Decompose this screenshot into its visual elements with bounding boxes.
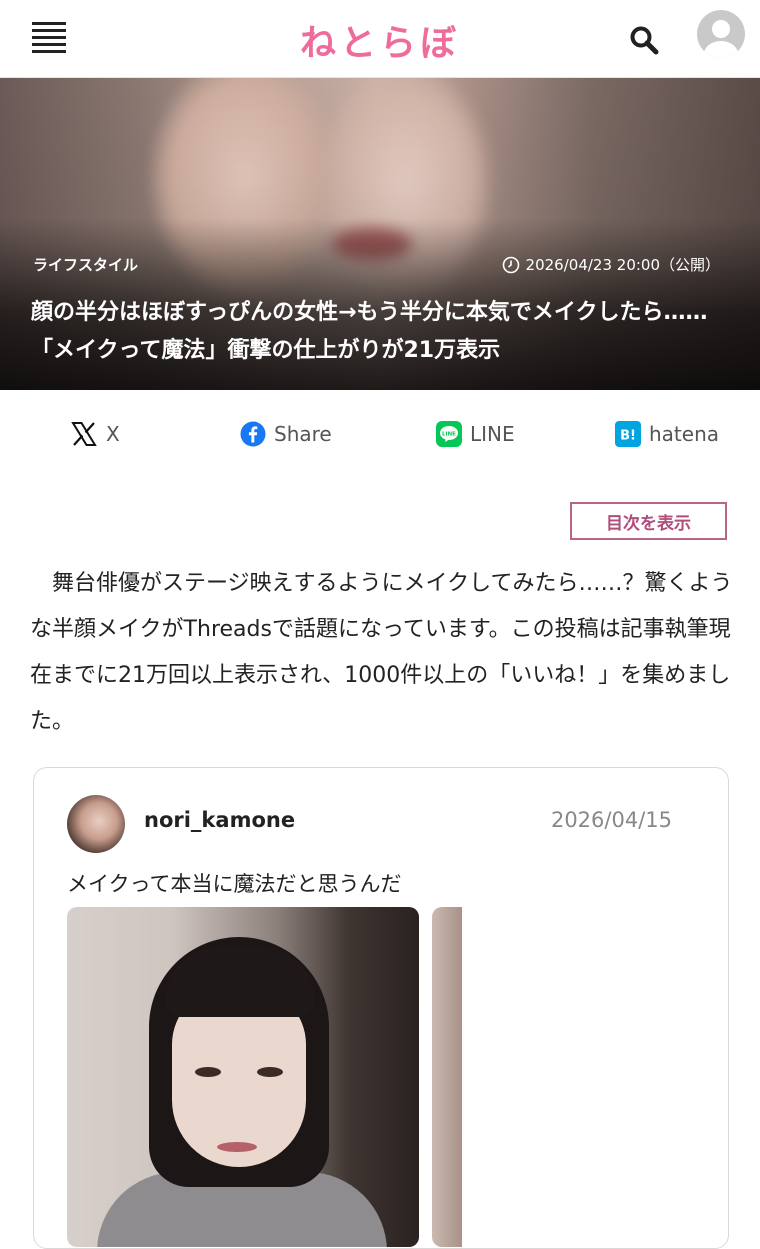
share-line-button[interactable]: LINE LINE (436, 420, 515, 448)
embed-user-avatar[interactable] (67, 795, 125, 853)
share-facebook-button[interactable]: Share (240, 420, 332, 448)
embed-post-date: 2026/04/15 (550, 808, 672, 832)
hero-image[interactable]: ライフスタイル 2026/04/23 20:00（公開） 顔の半分はほぼすっぴん… (0, 78, 760, 390)
site-header: ねとらぼ (0, 0, 760, 78)
threads-embed-card[interactable]: nori_kamone 2026/04/15 メイクって本当に魔法だと思うんだ (33, 767, 729, 1249)
share-x-label: X (106, 422, 120, 446)
user-avatar-icon[interactable] (697, 10, 745, 58)
hamburger-menu-icon[interactable] (32, 22, 66, 56)
share-line-label: LINE (470, 422, 515, 446)
site-logo[interactable]: ねとらぼ (300, 23, 460, 64)
svg-text:LINE: LINE (442, 432, 456, 438)
clock-icon (502, 256, 519, 274)
embed-username[interactable]: nori_kamone (144, 808, 295, 832)
article-paragraph: 舞台俳優がステージ映えするようにメイクしてみたら……？驚くような半顔メイクがTh… (30, 571, 733, 734)
facebook-icon (240, 421, 266, 447)
svg-text:B!: B! (620, 429, 636, 444)
embed-photo[interactable] (67, 907, 419, 1247)
publish-date-text: 2026/04/23 20:00（公開） (525, 256, 720, 274)
share-hatena-button[interactable]: B! hatena (615, 420, 719, 448)
share-x-button[interactable]: X (70, 420, 120, 448)
share-bar: X Share LINE LINE B! hatena (0, 392, 760, 476)
line-icon: LINE (436, 421, 462, 447)
hatena-bookmark-icon: B! (615, 421, 641, 447)
article-title: 顔の半分はほぼすっぴんの女性→もう半分に本気でメイクしたら……「メイクって魔法」… (31, 300, 708, 363)
article-body: 舞台俳優がステージ映えするようにメイクしてみたら……？驚くような半顔メイクがTh… (30, 561, 735, 745)
share-hatena-label: hatena (649, 422, 720, 446)
publish-date: 2026/04/23 20:00（公開） (502, 254, 720, 275)
toc-button[interactable]: 目次を表示 (570, 502, 727, 540)
share-facebook-label: Share (274, 422, 332, 446)
embed-photo-next[interactable] (432, 907, 462, 1247)
x-logo-icon (71, 422, 97, 446)
embed-post-text: メイクって本当に魔法だと思うんだ (67, 872, 402, 896)
category-label[interactable]: ライフスタイル (33, 254, 138, 275)
search-icon[interactable] (628, 24, 660, 56)
